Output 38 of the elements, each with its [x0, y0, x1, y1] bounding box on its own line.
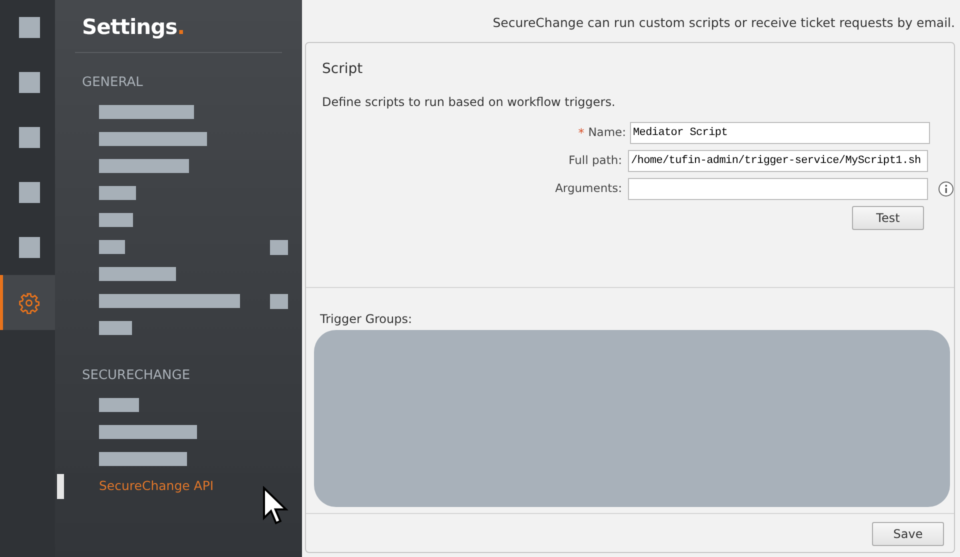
input-field[interactable]: Mediator Script [630, 122, 930, 144]
required-mark: * [578, 124, 584, 142]
section-heading: SECURECHANGE [81, 366, 192, 384]
field-label: Name: [588, 124, 626, 142]
redacted-item[interactable] [99, 213, 133, 227]
section-title: Script [321, 60, 364, 79]
redacted-item[interactable] [99, 425, 197, 439]
input-field[interactable]: /home/tufin-admin/trigger-service/MyScript1.sh [628, 150, 928, 172]
field-label: Full path: [568, 152, 622, 170]
rail-tab[interactable] [0, 275, 55, 330]
redacted-item[interactable] [99, 132, 207, 146]
redacted-item[interactable] [99, 240, 125, 254]
save-button[interactable]: Save [872, 522, 944, 546]
redacted-item[interactable] [99, 321, 132, 335]
redacted-icon[interactable] [18, 237, 40, 258]
section-heading: GENERAL [81, 74, 144, 92]
redacted-item[interactable] [99, 398, 139, 412]
description-text: Define scripts to run based on workflow triggers. [321, 94, 616, 111]
nav-link[interactable]: SecureChange API [99, 476, 214, 496]
field-label: Trigger Groups: [319, 310, 414, 328]
redacted-item[interactable] [99, 186, 136, 200]
header-note: SecureChange can run custom scripts or receive ticket requests by email. [492, 14, 955, 32]
redacted-item[interactable] [99, 452, 187, 466]
info-icon[interactable] [938, 180, 954, 197]
settings-icon[interactable] [18, 292, 40, 314]
redacted-item[interactable] [99, 294, 240, 308]
test-button[interactable]: Test [852, 206, 924, 230]
redacted-icon[interactable] [18, 17, 40, 38]
redacted-item[interactable] [99, 267, 176, 281]
redacted-item[interactable] [99, 105, 194, 119]
input-field[interactable] [628, 178, 928, 200]
field-label: Arguments: [555, 180, 622, 198]
cursor-icon [262, 486, 290, 526]
redacted-icon[interactable] [18, 127, 40, 148]
redacted-icon[interactable] [18, 72, 40, 93]
redacted-item[interactable] [99, 159, 189, 173]
redacted-icon[interactable] [18, 182, 40, 203]
settings-title: Settings. [81, 14, 186, 41]
